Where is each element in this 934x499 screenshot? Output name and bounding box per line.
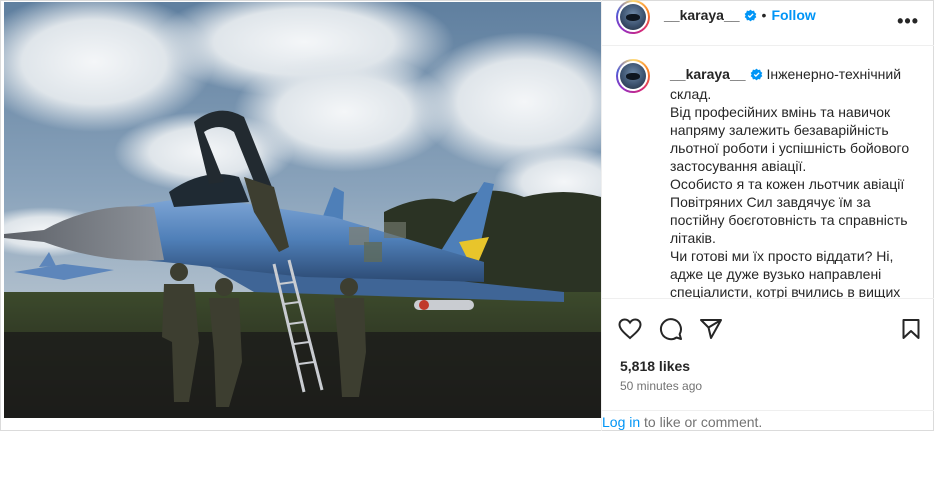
caption-area: __karaya__ Інженерно-технічний склад. Від… [602, 47, 934, 298]
login-rest-text: to like or comment. [640, 414, 763, 430]
post-photo[interactable] [4, 2, 601, 418]
login-link[interactable]: Log in [602, 414, 640, 430]
username-link[interactable]: __karaya__ [664, 7, 740, 23]
heart-icon[interactable] [618, 317, 642, 346]
caption-verified-badge-icon [750, 67, 763, 85]
caption-paragraph-4: Чи готові ми їх просто віддати? Ні, адже… [670, 248, 901, 298]
avatar[interactable] [616, 0, 650, 34]
caption-paragraph-2: Від професійних вмінь та навичок напряму… [670, 104, 910, 174]
post-actions: 5,818 likes 50 minutes ago Log in to lik… [602, 298, 934, 499]
more-options-icon[interactable]: ••• [897, 12, 919, 30]
post-header: __karaya__ • Follow ••• [602, 0, 934, 46]
avatar-image [620, 4, 646, 30]
paper-plane-icon[interactable] [699, 317, 723, 346]
likes-count[interactable]: 5,818 likes [620, 358, 690, 374]
post-timestamp[interactable]: 50 minutes ago [620, 379, 702, 393]
caption-paragraph-3: Особисто я та кожен льотчик авіації Пові… [670, 176, 908, 246]
bookmark-icon[interactable] [899, 317, 923, 346]
separator-dot: • [761, 7, 767, 23]
login-prompt: Log in to like or comment. [602, 414, 762, 430]
header-user-line: __karaya__ • Follow [664, 7, 816, 27]
caption-avatar[interactable] [616, 59, 650, 93]
post-side-panel: __karaya__ • Follow ••• __karaya__ Інженерн… [601, 0, 934, 431]
caption-text: __karaya__ Інженерно-технічний склад. Від… [670, 65, 920, 298]
caption-username[interactable]: __karaya__ [670, 66, 746, 82]
comment-icon[interactable] [659, 317, 683, 346]
verified-badge-icon [744, 9, 757, 27]
follow-button[interactable]: Follow [771, 7, 815, 23]
jet-photo-illustration [4, 2, 601, 418]
caption-avatar-image [620, 63, 646, 89]
